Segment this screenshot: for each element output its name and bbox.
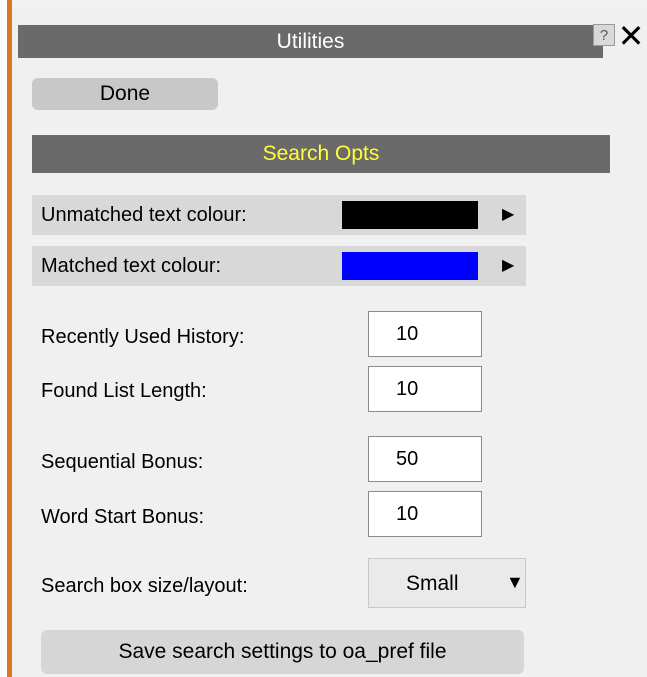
- matched-colour-row[interactable]: Matched text colour: ▶: [32, 246, 526, 286]
- unmatched-colour-swatch[interactable]: [342, 201, 478, 229]
- word-start-bonus-value: 10: [396, 502, 419, 525]
- close-button[interactable]: ✕: [617, 18, 645, 54]
- recently-used-history-value: 10: [396, 322, 419, 345]
- recently-used-history-input[interactable]: 10: [368, 311, 482, 357]
- done-button[interactable]: Done: [32, 78, 218, 110]
- search-box-layout-value: Small: [406, 572, 459, 595]
- found-list-length-value: 10: [396, 377, 419, 400]
- section-title: Search Opts: [262, 142, 380, 165]
- word-start-bonus-input[interactable]: 10: [368, 491, 482, 537]
- found-list-length-input[interactable]: 10: [368, 366, 482, 412]
- search-box-layout-select[interactable]: Small ▼: [368, 558, 526, 608]
- help-icon: ?: [599, 26, 609, 44]
- matched-colour-arrow-icon[interactable]: ▶: [502, 255, 514, 275]
- matched-colour-swatch[interactable]: [342, 252, 478, 280]
- top-border: [12, 0, 647, 8]
- window-title: Utilities: [276, 29, 345, 53]
- window-title-bar: Utilities: [18, 25, 603, 58]
- close-icon: ✕: [617, 18, 645, 54]
- unmatched-colour-label: Unmatched text colour:: [41, 203, 247, 226]
- section-header-search-opts: Search Opts: [32, 135, 610, 173]
- dropdown-caret-icon: ▼: [506, 572, 524, 592]
- unmatched-colour-arrow-icon[interactable]: ▶: [502, 204, 514, 224]
- save-search-settings-label: Save search settings to oa_pref file: [118, 640, 447, 663]
- help-button[interactable]: ?: [593, 24, 615, 46]
- found-list-length-label: Found List Length:: [41, 380, 207, 402]
- save-search-settings-button[interactable]: Save search settings to oa_pref file: [41, 630, 524, 674]
- done-label: Done: [99, 82, 151, 105]
- matched-colour-label: Matched text colour:: [41, 254, 222, 277]
- sequential-bonus-value: 50: [396, 447, 419, 470]
- word-start-bonus-label: Word Start Bonus:: [41, 506, 205, 528]
- sequential-bonus-label: Sequential Bonus:: [41, 451, 204, 473]
- unmatched-colour-row[interactable]: Unmatched text colour: ▶: [32, 195, 526, 235]
- search-box-layout-label: Search box size/layout:: [41, 575, 248, 597]
- recently-used-history-label: Recently Used History:: [41, 326, 245, 348]
- sequential-bonus-input[interactable]: 50: [368, 436, 482, 482]
